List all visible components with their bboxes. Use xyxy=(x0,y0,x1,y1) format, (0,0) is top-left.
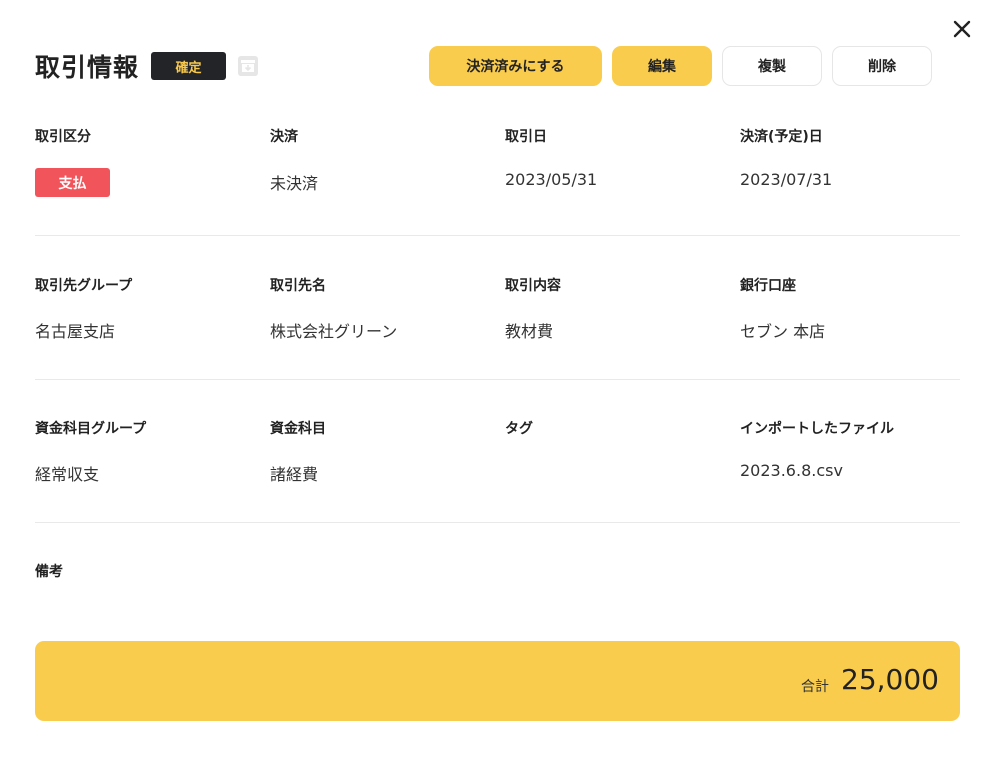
fund-group-value: 経常収支 xyxy=(35,465,100,484)
transaction-content-label: 取引内容 xyxy=(505,278,561,294)
settlement-date-label: 決済(予定)日 xyxy=(740,129,823,145)
archive-icon[interactable] xyxy=(237,55,259,77)
total-bar: 合計 25,000 xyxy=(35,641,960,721)
mark-settled-button[interactable]: 決済済みにする xyxy=(429,46,602,86)
edit-button[interactable]: 編集 xyxy=(612,46,712,86)
fund-item-label: 資金科目 xyxy=(270,421,326,437)
bank-account-label: 銀行口座 xyxy=(740,278,796,294)
transaction-type-badge: 支払 xyxy=(35,168,110,197)
divider xyxy=(35,379,960,380)
fund-item-value: 諸経費 xyxy=(270,465,319,484)
settlement-value: 未決済 xyxy=(270,174,319,193)
fund-group-label: 資金科目グループ xyxy=(35,421,147,437)
settlement-date-value: 2023/07/31 xyxy=(740,170,833,189)
total-label: 合計 xyxy=(801,679,829,695)
status-badge: 確定 xyxy=(151,52,227,80)
imported-file-label: インポートしたファイル xyxy=(740,421,894,437)
transaction-type-label: 取引区分 xyxy=(35,129,91,145)
partner-name-label: 取引先名 xyxy=(270,278,326,294)
tag-label: タグ xyxy=(505,421,533,437)
divider xyxy=(35,235,960,236)
transaction-date-value: 2023/05/31 xyxy=(505,170,598,189)
partner-name-value: 株式会社グリーン xyxy=(270,322,398,341)
bank-account-value: セブン 本店 xyxy=(740,322,826,341)
partner-group-label: 取引先グループ xyxy=(35,278,133,294)
settlement-label: 決済 xyxy=(270,129,298,145)
delete-button[interactable]: 削除 xyxy=(832,46,932,86)
duplicate-button[interactable]: 複製 xyxy=(722,46,822,86)
divider xyxy=(35,522,960,523)
notes-label: 備考 xyxy=(35,564,63,580)
transaction-detail-modal: 取引情報 確定 決済済みにする 編集 複製 削除 取引区分 支払 決済 未決済 … xyxy=(0,0,993,764)
modal-header: 取引情報 確定 xyxy=(35,46,259,86)
imported-file-value: 2023.6.8.csv xyxy=(740,461,843,480)
total-amount: 25,000 xyxy=(841,663,939,696)
transaction-date-label: 取引日 xyxy=(505,129,547,145)
transaction-content-value: 教材費 xyxy=(505,322,554,341)
close-icon[interactable] xyxy=(950,17,974,41)
partner-group-value: 名古屋支店 xyxy=(35,322,116,341)
page-title: 取引情報 xyxy=(35,53,140,82)
